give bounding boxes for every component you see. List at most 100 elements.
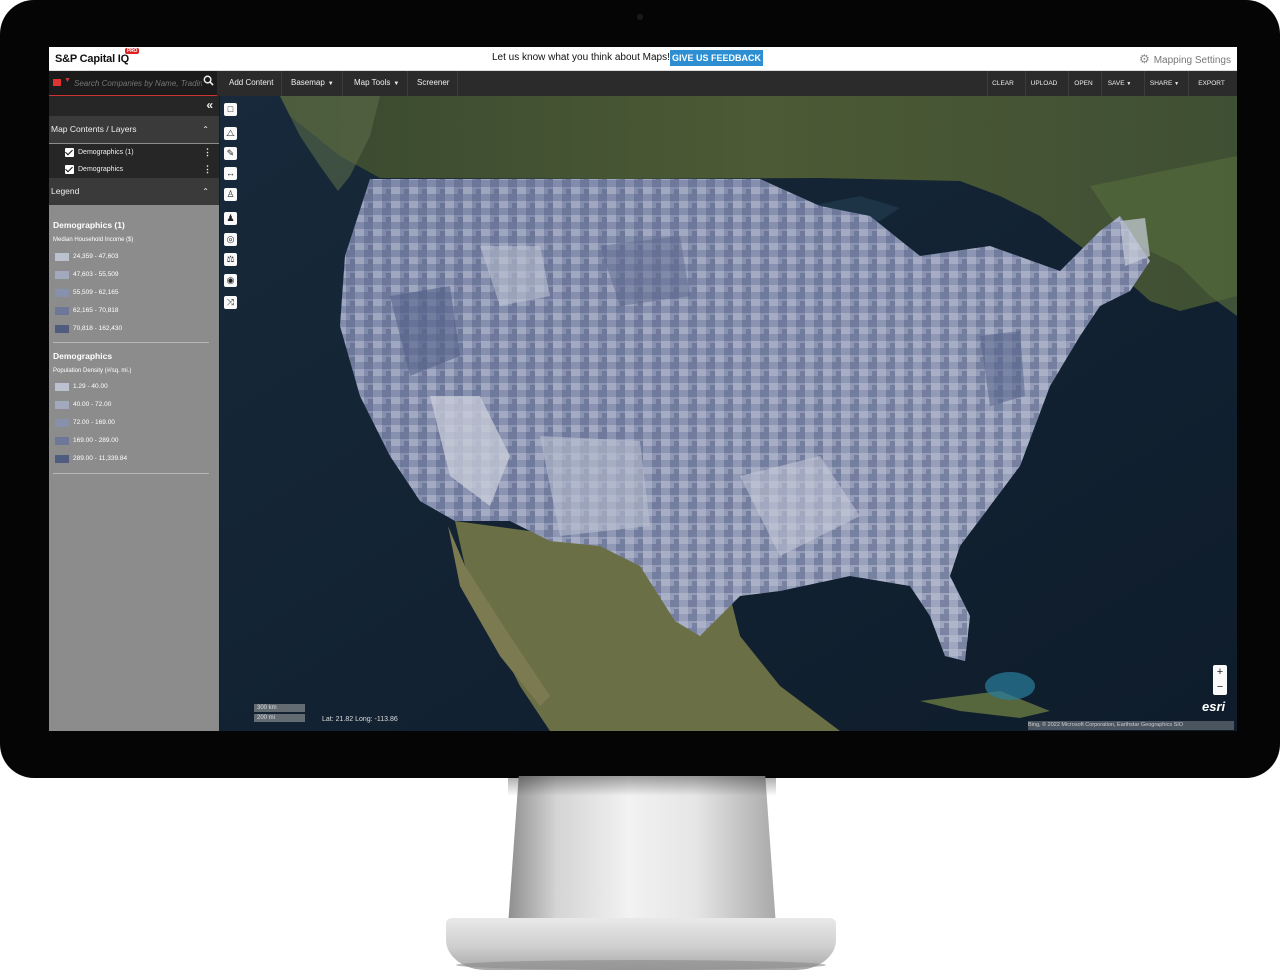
legend-title: Demographics (1) xyxy=(53,220,125,230)
crop-icon[interactable]: ⧍ xyxy=(224,127,237,140)
legend-swatch xyxy=(55,437,69,445)
menu-map-tools[interactable]: Map Tools ▼ xyxy=(346,71,409,96)
legend-class-label: 47,603 - 55,509 xyxy=(73,271,119,278)
save-label: SAVE xyxy=(1107,80,1125,87)
zoom-control: + − xyxy=(1213,665,1227,695)
globe-icon[interactable]: ◎ xyxy=(224,233,237,246)
legend-swatch xyxy=(55,325,69,333)
legend-swatch xyxy=(55,455,69,463)
scale-icon[interactable]: ⚖ xyxy=(224,253,237,266)
pro-badge: PRO xyxy=(125,48,140,54)
legend-swatch xyxy=(55,289,69,297)
menu-label: Screener xyxy=(417,78,450,87)
feedback-prompt: Let us know what you think about Maps! xyxy=(492,52,670,63)
legend-class-label: 289.00 - 11,339.84 xyxy=(73,455,128,462)
car-icon[interactable]: ◉ xyxy=(224,274,237,287)
layer-item: Demographics (1) ⋮ xyxy=(49,144,219,161)
group-icon[interactable]: ♟ xyxy=(224,212,237,225)
layer-checkbox[interactable] xyxy=(65,165,74,174)
share-button[interactable]: SHARE ▼ xyxy=(1144,71,1184,96)
legend-swatch xyxy=(55,419,69,427)
upload-button[interactable]: UPLOAD xyxy=(1025,71,1062,96)
pencil-icon[interactable]: ✎ xyxy=(224,147,237,160)
monitor-stand-neck xyxy=(508,776,776,926)
open-button[interactable]: OPEN xyxy=(1068,71,1098,96)
legend-subtitle: Population Density (#/sq. mi.) xyxy=(53,368,132,374)
search-input[interactable] xyxy=(72,74,204,92)
legend-swatch xyxy=(55,383,69,391)
select-tool-icon[interactable]: □ xyxy=(224,103,237,116)
share-label: SHARE xyxy=(1149,80,1173,87)
menu-add-content[interactable]: Add Content xyxy=(221,71,283,96)
search-icon[interactable] xyxy=(203,75,214,86)
scale-bar: 300 km 200 mi xyxy=(254,704,305,724)
layer-label: Demographics (1) xyxy=(78,149,134,156)
cursor-coordinates: Lat: 21.82 Long: -113.86 xyxy=(322,716,398,723)
legend-class-label: 1.29 - 40.00 xyxy=(73,383,108,390)
shuffle-icon[interactable]: ⤨ xyxy=(224,296,237,309)
clear-button[interactable]: CLEAR xyxy=(987,71,1018,96)
map-view[interactable]: □ ⧍ ✎ ↔ ♙ ♟ ◎ ⚖ ◉ ⤨ 300 km 200 mi Lat: 2… xyxy=(220,96,1237,731)
legend-class-label: 62,165 - 70,818 xyxy=(73,307,119,314)
layer-item: Demographics ⋮ xyxy=(49,161,219,178)
menu-screener[interactable]: Screener xyxy=(409,71,459,96)
chevron-up-icon: ⌃ xyxy=(202,125,209,134)
camera-icon xyxy=(637,14,643,20)
more-options-icon[interactable]: ⋮ xyxy=(203,161,212,178)
map-attribution: Bing, © 2022 Microsoft Corporation, Eart… xyxy=(1028,721,1234,730)
sidebar: « Map Contents / Layers ⌃ Demographics (… xyxy=(49,96,219,731)
more-options-icon[interactable]: ⋮ xyxy=(203,144,212,161)
scale-km: 300 km xyxy=(254,704,305,712)
menu-bar: ▼ Add Content Basemap▼ Map Tools▼ Screen… xyxy=(49,71,1237,96)
chevron-down-icon: ▼ xyxy=(393,81,400,87)
mapping-settings-label: Mapping Settings xyxy=(1153,55,1231,66)
legend-divider xyxy=(53,342,209,343)
export-button[interactable]: EXPORT xyxy=(1188,71,1234,96)
legend-header[interactable]: Legend ⌃ xyxy=(49,178,219,205)
map-contents-header[interactable]: Map Contents / Layers ⌃ xyxy=(49,116,219,143)
person-icon[interactable]: ♙ xyxy=(224,188,237,201)
satellite-basemap xyxy=(220,96,1237,731)
legend-class-label: 55,509 - 62,165 xyxy=(73,289,119,296)
app-logo[interactable]: S&P Capital IQ PRO xyxy=(55,48,140,65)
legend-title: Demographics xyxy=(53,351,113,361)
section-title: Legend xyxy=(51,186,80,196)
zoom-in-button[interactable]: + xyxy=(1213,665,1227,680)
list-flag-icon[interactable] xyxy=(53,79,61,86)
menu-label: Add Content xyxy=(229,78,274,87)
zoom-out-button[interactable]: − xyxy=(1213,680,1227,695)
chevron-down-icon: ▼ xyxy=(1174,81,1180,87)
menu-basemap[interactable]: Basemap ▼ xyxy=(283,71,343,96)
menu-label: Basemap xyxy=(291,78,325,87)
give-feedback-button[interactable]: GIVE US FEEDBACK xyxy=(670,50,763,66)
logo-text: S&P Capital IQ xyxy=(55,53,130,65)
legend-swatch xyxy=(55,271,69,279)
top-bar: S&P Capital IQ PRO Let us know what you … xyxy=(49,47,1237,71)
sidebar-collapse-bar: « xyxy=(49,96,219,116)
company-search: ▼ xyxy=(49,71,217,96)
measure-icon[interactable]: ↔ xyxy=(224,167,237,180)
chevron-up-icon: ⌃ xyxy=(202,187,209,196)
gear-icon: ⚙ xyxy=(1138,52,1150,66)
layer-label: Demographics xyxy=(78,166,124,173)
chevron-down-icon: ▼ xyxy=(1126,81,1132,87)
legend-class-label: 40.00 - 72.00 xyxy=(73,401,112,408)
legend-subtitle: Median Household Income ($) xyxy=(53,237,134,243)
chevron-down-icon[interactable]: ▼ xyxy=(64,77,71,84)
stand-base-edge xyxy=(456,960,826,970)
legend-swatch xyxy=(55,253,69,261)
legend-class-label: 169.00 - 289.00 xyxy=(73,437,119,444)
legend-swatch xyxy=(55,401,69,409)
save-button[interactable]: SAVE ▼ xyxy=(1101,71,1137,96)
legend-divider xyxy=(53,473,209,474)
app-screen: S&P Capital IQ PRO Let us know what you … xyxy=(49,47,1237,731)
layer-checkbox[interactable] xyxy=(65,148,74,157)
legend-class-label: 70,818 - 162,430 xyxy=(73,325,123,332)
chevron-down-icon: ▼ xyxy=(327,81,334,87)
stand-shadow xyxy=(508,776,776,796)
menu-label: Map Tools xyxy=(354,78,391,87)
mapping-settings-button[interactable]: ⚙ Mapping Settings xyxy=(1139,52,1231,66)
section-title: Map Contents / Layers xyxy=(51,124,137,134)
scale-mi: 200 mi xyxy=(254,714,305,722)
double-chevron-left-icon[interactable]: « xyxy=(206,98,213,112)
